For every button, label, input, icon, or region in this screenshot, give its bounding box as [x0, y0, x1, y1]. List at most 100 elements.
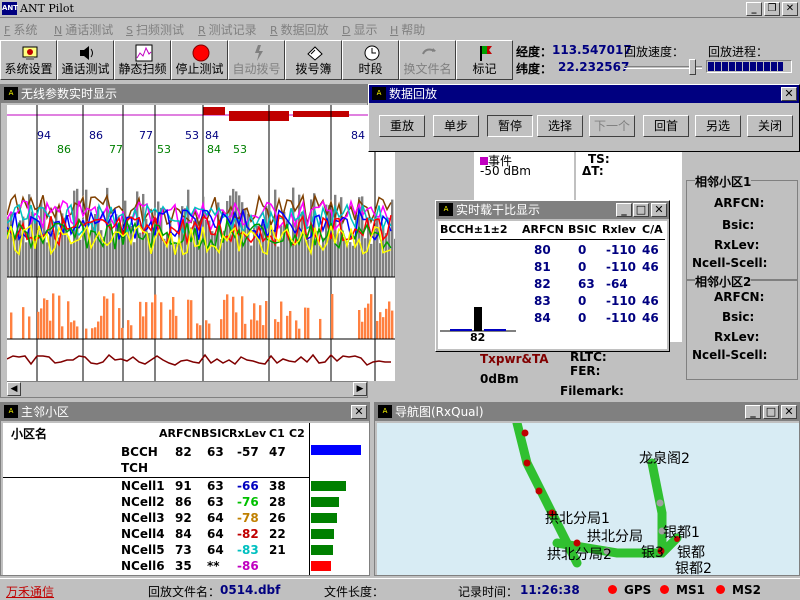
map-close-icon[interactable]: ✕: [781, 405, 797, 419]
ci-cell-ca: 46: [642, 294, 659, 308]
route-point: [656, 499, 664, 507]
file-length-label: 文件长度：: [324, 585, 385, 599]
quality-bar: [220, 319, 223, 339]
menu-playback[interactable]: R 数据回放: [270, 21, 329, 38]
pause-button[interactable]: 暂停: [487, 115, 533, 137]
reselect-button[interactable]: 另选: [695, 115, 741, 137]
rxlev-bar: [349, 242, 352, 277]
speed-slider-thumb[interactable]: [689, 59, 697, 75]
next-button[interactable]: 下一个: [589, 115, 635, 137]
txpower-line: [7, 353, 391, 366]
ci-cell-ca: 46: [642, 260, 659, 274]
file-label: 回放文件名：: [148, 585, 221, 599]
menu-display[interactable]: D 显示: [342, 21, 378, 38]
step-button[interactable]: 单步: [433, 115, 479, 137]
time-period-button[interactable]: 时段: [342, 40, 399, 80]
ci-header-divider: [440, 239, 665, 240]
status-bar: 万禾通信 回放文件名： 0514.dbf 文件长度： 记录时间： 11:26:3…: [0, 578, 800, 600]
quality-bar: [97, 321, 100, 339]
quality-bar: [331, 293, 334, 339]
serving-rxlev: -57: [237, 445, 259, 459]
menu-system[interactable]: F 系统: [4, 21, 37, 38]
rxlev-bar: [16, 232, 19, 277]
cell-window: A 主邻小区 ✕ 小区名 ARFCN BSIC RxLev C1 C2 BCCH…: [0, 402, 370, 576]
quality-bar: [259, 305, 262, 339]
antenna-app-icon: ANT: [2, 2, 18, 15]
playback-window-titlebar: A 数据回放 ✕: [369, 85, 799, 103]
quality-bar: [22, 307, 25, 339]
rxlev-bar: [70, 243, 73, 277]
ci-bar-chart: [440, 307, 516, 332]
stop-test-button[interactable]: 停止测试: [171, 40, 228, 80]
serving-arfcn: 82: [175, 445, 192, 459]
playback-close-icon[interactable]: ✕: [781, 87, 797, 101]
minimize-icon[interactable]: _: [746, 2, 762, 16]
menu-call-test[interactable]: N 通话测试: [54, 21, 113, 38]
quality-bar: [244, 323, 247, 339]
rxlev-bar: [52, 232, 55, 277]
record-time: 11:26:38: [520, 583, 580, 597]
ncell-arfcn: 91: [175, 479, 192, 493]
rxlev-bar: [67, 236, 70, 277]
cell-close-icon[interactable]: ✕: [351, 405, 367, 419]
menu-scan-test[interactable]: S 扫频测试: [126, 21, 184, 38]
rxlev-bar: [346, 244, 349, 277]
call-test-button[interactable]: 通话测试: [57, 40, 114, 80]
ci-close-icon[interactable]: ✕: [651, 203, 667, 217]
ci-cell-rxlev: -110: [606, 311, 637, 325]
rewind-button[interactable]: 回首: [643, 115, 689, 137]
ncell-c1: 38: [269, 479, 286, 493]
ncell-arfcn: 73: [175, 543, 192, 557]
ncell-rxlev: -82: [237, 527, 259, 541]
scroll-left-icon[interactable]: ◀: [7, 382, 21, 396]
ncell-bsic: 63: [207, 479, 224, 493]
select-button[interactable]: 选择: [537, 115, 583, 137]
mark-button[interactable]: 标记: [456, 40, 513, 80]
rxlev-bar: [79, 239, 82, 277]
ci-minimize-icon[interactable]: _: [616, 203, 632, 217]
map-maximize-icon[interactable]: □: [763, 405, 779, 419]
auto-dial-button[interactable]: 自动拨号: [228, 40, 285, 80]
quality-bar: [118, 308, 121, 339]
quality-bar: [145, 302, 148, 339]
ci-cell-rxlev: -64: [606, 277, 628, 291]
quality-bar: [43, 298, 46, 339]
ncell-name: NCell1: [121, 479, 165, 493]
close-button[interactable]: 关闭: [747, 115, 793, 137]
system-settings-button[interactable]: 系统设置: [0, 40, 57, 80]
delta-t-label: ΔT:: [582, 164, 604, 178]
rxlev-bar: [352, 245, 355, 277]
company-link[interactable]: 万禾通信: [6, 583, 54, 600]
ncell-bsic: **: [207, 559, 220, 573]
static-scan-button[interactable]: 静态扫频: [114, 40, 171, 80]
restore-icon[interactable]: ❐: [764, 2, 780, 16]
menu-help[interactable]: H 帮助: [390, 21, 425, 38]
chart-horizontal-scrollbar[interactable]: ◀ ▶: [7, 381, 367, 397]
route-segment-c: [647, 458, 667, 558]
map-canvas[interactable]: 龙泉阁2 拱北分局1 拱北分局 银都1 银都 银都2 银3 拱北分局2: [377, 423, 799, 575]
quality-bar: [280, 301, 283, 339]
quality-bar: [391, 310, 394, 339]
quality-bar: [70, 322, 73, 339]
replay-button[interactable]: 重放: [379, 115, 425, 137]
phonebook-button[interactable]: 拨号簿: [285, 40, 342, 80]
scroll-right-icon[interactable]: ▶: [353, 382, 367, 396]
speed-slider[interactable]: [624, 59, 702, 75]
cell-content: 小区名 ARFCN BSIC RxLev C1 C2 BCCH 82 63 -5…: [3, 423, 369, 575]
latitude-label: 纬度：: [516, 62, 553, 76]
close-icon[interactable]: ✕: [782, 2, 798, 16]
quality-bar: [235, 312, 238, 339]
map-minimize-icon[interactable]: _: [745, 405, 761, 419]
event-bar: [203, 107, 225, 115]
menu-test-record[interactable]: R 测试记录: [198, 21, 257, 38]
rxlev-bar: [277, 246, 280, 277]
ci-cell-arfcn: 82: [534, 277, 551, 291]
ci-maximize-icon[interactable]: □: [633, 203, 649, 217]
ncell-bar: [311, 545, 333, 555]
quality-bar: [172, 296, 175, 339]
rename-file-button[interactable]: 换文件名: [399, 40, 456, 80]
quality-bar: [253, 303, 256, 339]
ncell-arfcn: 92: [175, 511, 192, 525]
quality-bar: [379, 312, 382, 339]
ncell-bsic: 64: [207, 511, 224, 525]
